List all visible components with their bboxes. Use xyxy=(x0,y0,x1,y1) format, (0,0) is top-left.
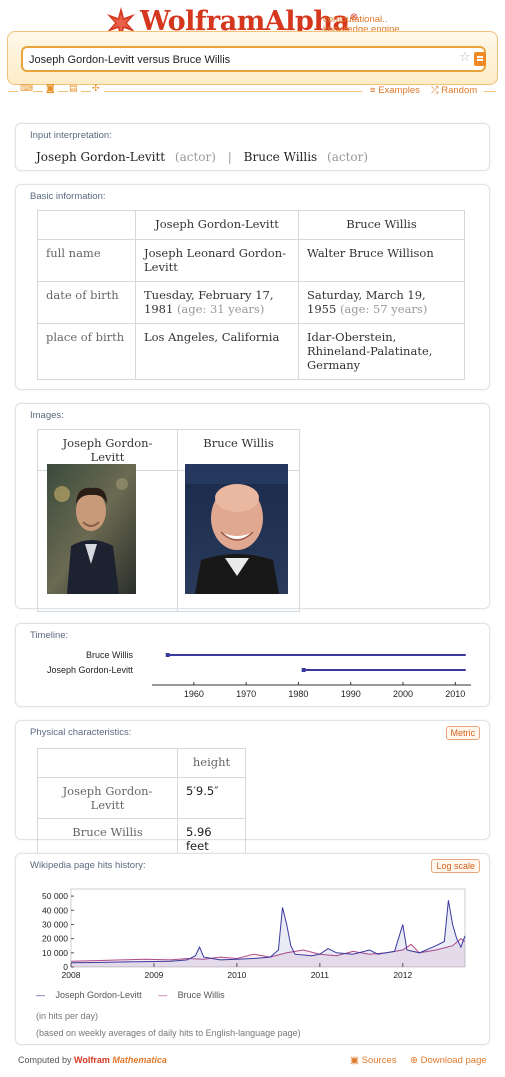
x-tick-label: 2009 xyxy=(144,970,163,980)
column-header: height xyxy=(177,748,246,778)
toolbar-divider xyxy=(81,91,91,92)
pod-title: Input interpretation: xyxy=(30,130,112,141)
toolbar: ⌨ ◙ ▤ ✣ ≡ Examples ⤮ Random xyxy=(0,84,505,98)
legend-swatch: — xyxy=(158,990,168,1000)
examples-book-icon[interactable]: ▤ xyxy=(69,84,78,94)
column-header: Bruce Willis xyxy=(298,210,465,240)
table-cell: 5′9.5″ xyxy=(177,777,246,819)
input-interpretation-pod: Input interpretation: Joseph Gordon-Levi… xyxy=(15,123,490,171)
y-tick-label: 30 000 xyxy=(42,919,68,929)
images-pod: Images: Joseph Gordon-Levitt Bruce Willi… xyxy=(15,403,490,612)
table-corner-cell xyxy=(37,210,136,240)
row-label: place of birth xyxy=(37,323,136,380)
submit-button[interactable] xyxy=(474,52,486,66)
x-tick-label: 2008 xyxy=(62,970,81,980)
legend-swatch: — xyxy=(36,990,45,1000)
pod-title: Physical characteristics: xyxy=(30,727,132,738)
toolbar-divider xyxy=(8,91,18,92)
basic-info-table: Joseph Gordon-Levitt Bruce Willis full n… xyxy=(37,210,465,380)
units-note: (in hits per day) xyxy=(36,1011,99,1021)
timeline-chart: Bruce Willis Joseph Gordon-Levitt 1960 1970… xyxy=(47,650,471,699)
table-cell: Los Angeles, California xyxy=(135,323,299,380)
x-tick-label: 2010 xyxy=(227,970,246,980)
row-label: Joseph Gordon-Levitt xyxy=(37,777,178,819)
table-cell: Walter Bruce Willison xyxy=(298,239,465,282)
timeline-start-marker xyxy=(301,668,306,672)
timeline-tick-label: 2010 xyxy=(445,689,465,699)
toolbar-divider xyxy=(484,91,496,92)
footer: Computed by Wolfram Mathematica ▣ Source… xyxy=(0,1054,505,1070)
column-header: Joseph Gordon-Levitt xyxy=(135,210,299,240)
download-icon: ⊕ xyxy=(410,1055,418,1066)
legend-label: Bruce Willis xyxy=(177,990,225,1000)
book-icon: ▣ xyxy=(350,1055,359,1066)
table-row: Joseph Gordon-Levitt 5′9.5″ xyxy=(37,777,246,819)
wikipedia-hits-pod: Wikipedia page hits history: Log scale 0… xyxy=(15,853,490,1045)
source-note: (based on weekly averages of daily hits … xyxy=(36,1028,301,1038)
legend-label: Joseph Gordon-Levitt xyxy=(55,990,142,1000)
table-corner-cell xyxy=(37,748,178,778)
toolbar-divider xyxy=(33,91,43,92)
timeline-label: Joseph Gordon-Levitt xyxy=(47,665,134,675)
timeline-tick-label: 1970 xyxy=(236,689,256,699)
computed-by: Computed by Wolfram Mathematica xyxy=(18,1055,167,1065)
keyboard-icon[interactable]: ⌨ xyxy=(20,84,33,94)
random-link[interactable]: ⤮ Random xyxy=(431,85,477,96)
timeline-pod: Timeline: Bruce Willis Joseph Gordon-Levi… xyxy=(15,623,490,707)
download-page-link[interactable]: ⊕ Download page xyxy=(410,1055,487,1066)
physical-table: height Joseph Gordon-Levitt 5′9.5″ Bruce… xyxy=(37,748,246,860)
table-cell: Saturday, March 19, 1955 (age: 57 years) xyxy=(298,281,465,324)
timeline-label: Bruce Willis xyxy=(86,650,134,660)
x-tick-label: 2011 xyxy=(311,970,330,980)
favorite-star-icon[interactable]: ☆ xyxy=(459,50,471,65)
wiki-hits-chart: 010 00020 00030 00040 00050 0002008 2009 2… xyxy=(42,888,466,980)
examples-link[interactable]: ≡ Examples xyxy=(370,85,420,96)
basic-information-pod: Basic information: Joseph Gordon-Levitt … xyxy=(15,184,490,390)
y-tick-label: 20 000 xyxy=(42,934,68,944)
camera-icon[interactable]: ◙ xyxy=(46,84,55,94)
y-tick-label: 40 000 xyxy=(42,905,68,915)
search-box: ☆ xyxy=(21,46,486,72)
y-tick-label: 10 000 xyxy=(42,948,68,958)
table-cell: Tuesday, February 17, 1981 (age: 31 year… xyxy=(135,281,299,324)
table-row: full name Joseph Leonard Gordon-Levitt W… xyxy=(37,239,465,282)
table-cell: Idar-Oberstein, Rhineland-Palatinate, Ge… xyxy=(298,323,465,380)
toolbar-divider xyxy=(104,91,362,92)
random-dice-icon[interactable]: ✣ xyxy=(92,84,100,94)
chart-legend: — Joseph Gordon-Levitt — Bruce Willis xyxy=(36,990,225,1000)
timeline-tick-label: 1980 xyxy=(288,689,308,699)
table-cell: Joseph Leonard Gordon-Levitt xyxy=(135,239,299,282)
timeline-tick-label: 1960 xyxy=(184,689,204,699)
pod-title: Images: xyxy=(30,410,64,421)
interpretation-text: Joseph Gordon-Levitt (actor) | Bruce Wil… xyxy=(36,150,369,164)
x-tick-label: 2012 xyxy=(393,970,412,980)
table-row: date of birth Tuesday, February 17, 1981… xyxy=(37,281,465,324)
pod-title: Basic information: xyxy=(30,191,106,202)
row-label: full name xyxy=(37,239,136,282)
timeline-tick-label: 1990 xyxy=(341,689,361,699)
joseph-gordon-levitt-photo xyxy=(47,464,136,594)
y-tick-label: 50 000 xyxy=(42,891,68,901)
search-input[interactable] xyxy=(29,51,429,69)
timeline-start-marker xyxy=(165,653,170,657)
toolbar-divider xyxy=(58,91,68,92)
metric-button[interactable]: Metric xyxy=(445,726,480,740)
physical-characteristics-pod: Physical characteristics: Metric height … xyxy=(15,720,490,860)
table-row: place of birth Los Angeles, California I… xyxy=(37,323,465,380)
timeline-tick-label: 2000 xyxy=(393,689,413,699)
sources-link[interactable]: ▣ Sources xyxy=(350,1055,396,1066)
row-label: date of birth xyxy=(37,281,136,324)
bruce-willis-photo xyxy=(185,464,288,594)
search-area: ☆ xyxy=(7,31,498,85)
